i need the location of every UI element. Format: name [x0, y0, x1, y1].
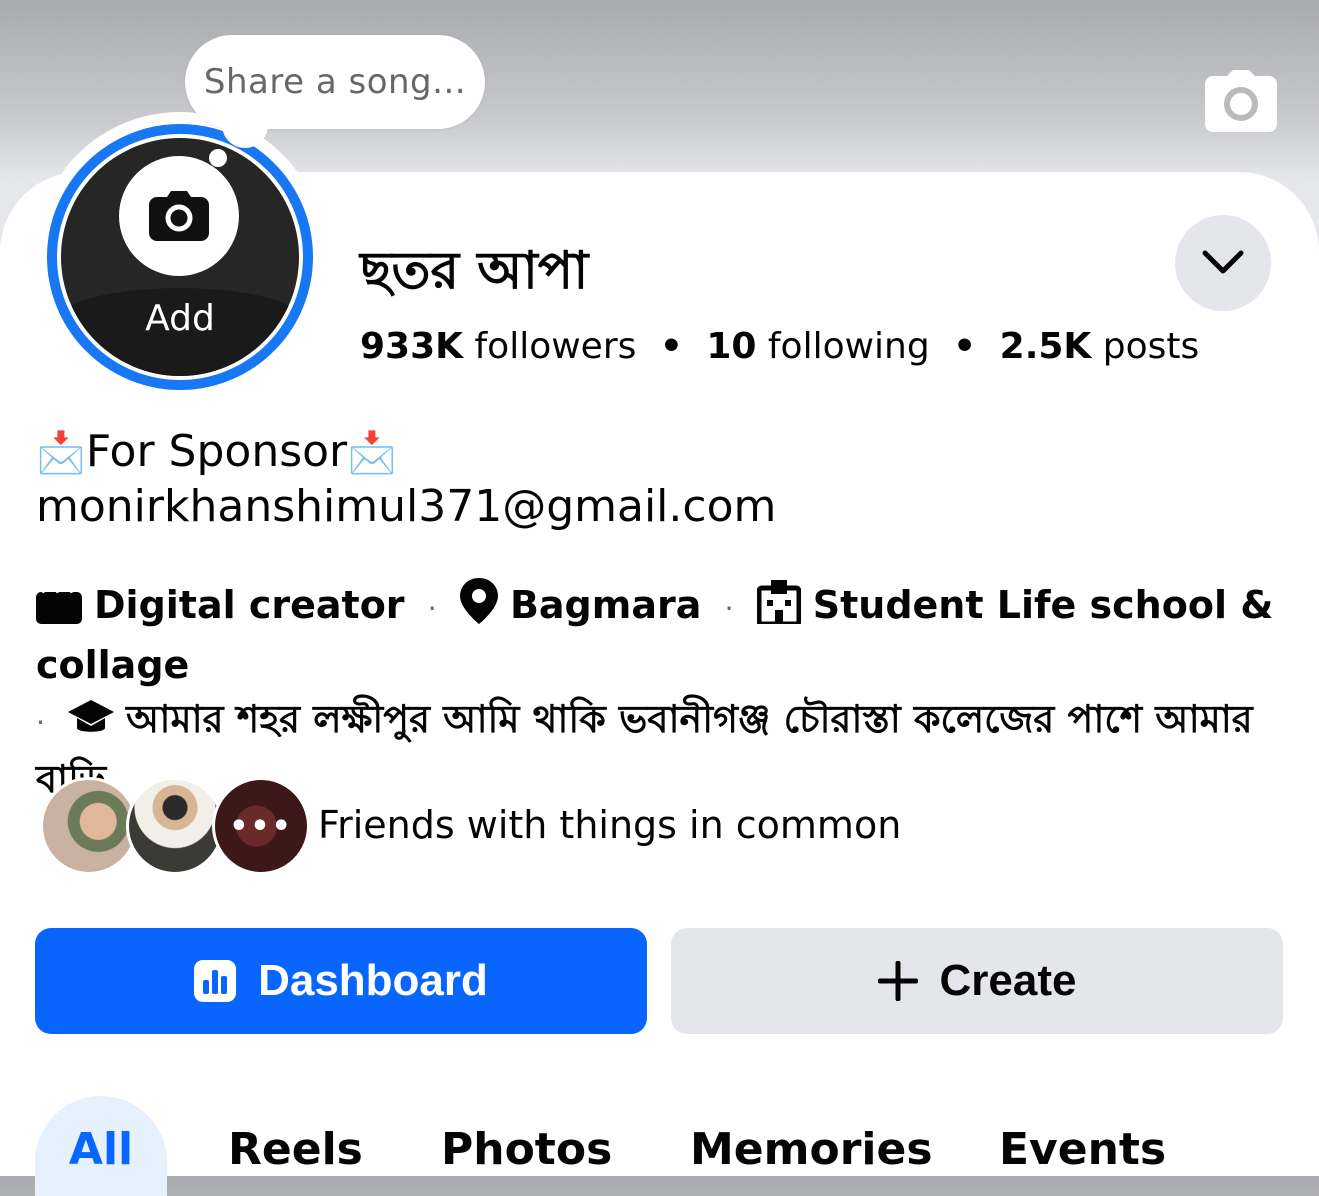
clapperboard-icon [36, 584, 82, 638]
posts-count: 2.5K [999, 326, 1092, 367]
bio-line-sponsor: 📩For Sponsor📩 [36, 425, 776, 480]
posts-label: posts [1102, 326, 1200, 367]
followers-label[interactable]: followers [475, 326, 637, 367]
stats-separator: • [659, 326, 683, 367]
profile-tabs: All Reels Photos Memories Events [35, 1096, 1285, 1196]
profile-dropdown-button[interactable] [1175, 215, 1271, 311]
cover-camera-icon[interactable] [1205, 70, 1277, 132]
following-count[interactable]: 10 [706, 326, 756, 367]
friend-avatar[interactable] [126, 777, 224, 875]
friend-avatar-more[interactable]: ••• [212, 777, 310, 875]
stats-separator: • [953, 326, 977, 367]
profile-avatar[interactable]: Add [35, 112, 325, 402]
profile-bio: 📩For Sponsor📩 monirkhanshimul371@gmail.c… [36, 425, 776, 534]
detail-separator: · [36, 706, 45, 739]
graduation-cap-icon [68, 698, 115, 752]
create-label: Create [939, 956, 1077, 1005]
envelope-emoji: 📩 [347, 430, 397, 476]
friends-text: Friends with things in common [318, 803, 902, 847]
bubble-tail-dot [209, 149, 227, 167]
dashboard-chart-icon [194, 960, 237, 1002]
avatar-placeholder: Add [61, 138, 299, 376]
detail-separator: · [724, 592, 734, 625]
friend-avatar[interactable] [40, 777, 138, 875]
bio-email[interactable]: monirkhanshimul371@gmail.com [36, 480, 776, 534]
school-icon [756, 578, 802, 638]
detail-separator: · [427, 592, 437, 625]
bio-sponsor-text: For Sponsor [85, 426, 348, 477]
tab-photos[interactable]: Photos [441, 1096, 612, 1196]
profile-details: Digital creator · Bagmara · Student Life… [36, 578, 1296, 806]
tab-memories[interactable]: Memories [690, 1096, 933, 1196]
share-song-text: Share a song... [203, 62, 467, 102]
camera-icon[interactable] [119, 156, 239, 276]
create-button[interactable]: Create [671, 928, 1283, 1034]
share-song-bubble[interactable]: Share a song... [185, 35, 485, 129]
more-dots: ••• [229, 808, 293, 844]
envelope-emoji: 📩 [36, 430, 86, 476]
dashboard-button[interactable]: Dashboard [35, 928, 647, 1034]
location-pin-icon [459, 578, 498, 638]
location-text[interactable]: Bagmara [510, 583, 701, 627]
profile-name: ছতর আপা [360, 241, 589, 301]
tab-events[interactable]: Events [999, 1096, 1166, 1196]
category-text: Digital creator [94, 583, 405, 627]
tab-all[interactable]: All [35, 1096, 167, 1196]
profile-stats: 933K followers • 10 following • 2.5K pos… [360, 326, 1199, 367]
tab-reels[interactable]: Reels [228, 1096, 363, 1196]
following-label[interactable]: following [768, 326, 930, 367]
followers-count[interactable]: 933K [360, 326, 463, 367]
mutual-friends-row[interactable]: ••• Friends with things in common [40, 777, 940, 875]
chevron-down-icon [1202, 250, 1244, 274]
plus-icon [877, 961, 918, 1001]
dashboard-label: Dashboard [258, 956, 488, 1005]
add-photo-label[interactable]: Add [61, 298, 299, 339]
